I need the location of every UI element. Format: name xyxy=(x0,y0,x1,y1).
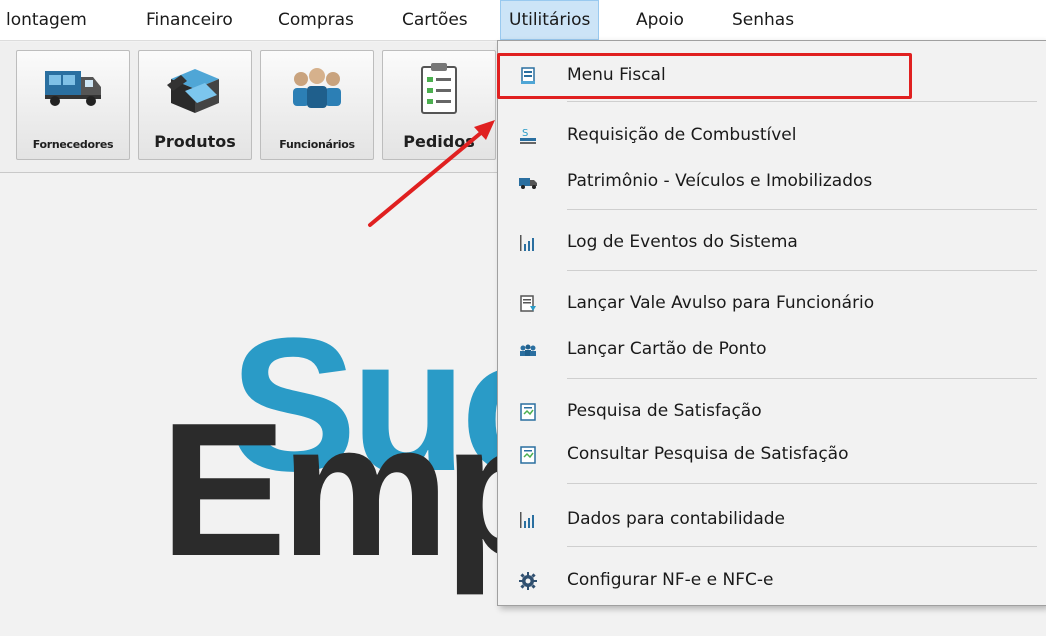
annotation-arrow xyxy=(368,120,495,227)
